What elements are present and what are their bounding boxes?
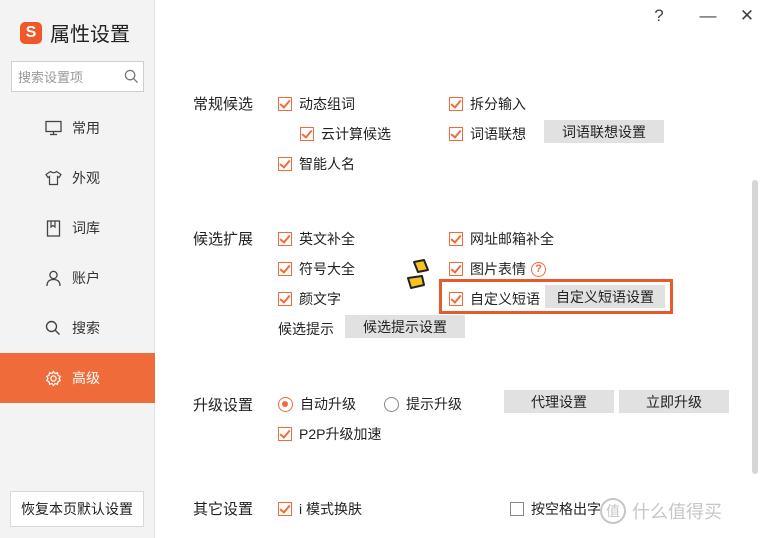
i-mode-skin-checkbox[interactable]: i 模式换肤: [278, 499, 362, 519]
candidate-tip-settings-button[interactable]: 候选提示设置: [345, 315, 465, 338]
proxy-settings-button[interactable]: 代理设置: [504, 390, 614, 413]
space-output-checkbox[interactable]: 按空格出字: [510, 499, 601, 519]
prompt-upgrade-radio[interactable]: 提示升级: [384, 394, 462, 414]
checkbox-checked-icon[interactable]: [278, 97, 292, 111]
checkbox-checked-icon[interactable]: [278, 262, 292, 276]
highlight-box: [439, 279, 673, 314]
url-email-checkbox[interactable]: 网址邮箱补全: [449, 229, 554, 249]
checkbox-label: 智能人名: [299, 156, 355, 172]
sidebar-item-account[interactable]: 账户: [0, 253, 155, 303]
sidebar-item-common[interactable]: 常用: [0, 103, 155, 153]
watermark-logo-icon: 值: [600, 498, 626, 524]
search-input[interactable]: 搜索设置项: [12, 67, 119, 86]
sidebar-item-label: 词库: [72, 220, 100, 236]
sidebar-item-label: 账户: [72, 270, 100, 286]
word-association-checkbox[interactable]: 词语联想: [449, 124, 526, 144]
p2p-upgrade-checkbox[interactable]: P2P升级加速: [278, 424, 381, 444]
close-button[interactable]: ✕: [737, 6, 757, 26]
checkbox-checked-icon[interactable]: [278, 232, 292, 246]
checkbox-label: 网址邮箱补全: [470, 231, 554, 247]
word-association-settings-button[interactable]: 词语联想设置: [544, 120, 664, 143]
watermark-text: 什么值得买: [632, 502, 722, 522]
checkbox-checked-icon[interactable]: [278, 157, 292, 171]
checkbox-label: 词语联想: [470, 126, 526, 142]
user-icon: [44, 269, 62, 287]
shirt-icon: [44, 169, 62, 187]
checkbox-checked-icon[interactable]: [278, 427, 292, 441]
emoji-checkbox[interactable]: 图片表情?: [449, 259, 546, 279]
book-icon: [44, 219, 62, 237]
split-input-checkbox[interactable]: 拆分输入: [449, 94, 526, 114]
section-title-expand: 候选扩展: [193, 231, 254, 248]
sogou-logo-icon: S: [20, 21, 42, 44]
kaomoji-checkbox[interactable]: 颜文字: [278, 289, 341, 309]
smart-name-checkbox[interactable]: 智能人名: [278, 154, 355, 174]
checkbox-checked-icon[interactable]: [449, 97, 463, 111]
sidebar-item-search[interactable]: 搜索: [0, 303, 155, 353]
radio-label: 提示升级: [406, 396, 462, 412]
sidebar-item-label: 高级: [72, 370, 100, 386]
emphasis-sparkle-icon: [407, 259, 429, 289]
radio-selected-icon[interactable]: [278, 396, 293, 412]
gear-icon: [44, 369, 62, 387]
cloud-candidate-checkbox[interactable]: 云计算候选: [300, 124, 391, 144]
search-icon: [44, 319, 62, 337]
minimize-button[interactable]: —: [698, 6, 718, 26]
checkbox-label: i 模式换肤: [299, 501, 362, 517]
checkbox-checked-icon[interactable]: [449, 232, 463, 246]
radio-unselected-icon[interactable]: [384, 396, 399, 412]
section-title-regular: 常规候选: [193, 96, 254, 113]
checkbox-checked-icon[interactable]: [278, 292, 292, 306]
sidebar-item-label: 搜索: [72, 320, 100, 336]
checkbox-label: 符号大全: [299, 261, 355, 277]
dynamic-phrase-checkbox[interactable]: 动态组词: [278, 94, 355, 114]
sidebar-item-label: 外观: [72, 170, 100, 186]
sidebar-item-label: 常用: [72, 120, 100, 136]
help-button[interactable]: ?: [649, 6, 669, 26]
help-icon[interactable]: ?: [531, 261, 546, 277]
upgrade-now-button[interactable]: 立即升级: [619, 390, 729, 413]
checkbox-label: 颜文字: [299, 291, 341, 307]
sidebar: S 属性设置 搜索设置项 常用 外观 词库 账户 搜索 高级 恢复本页默认设置: [0, 0, 155, 538]
checkbox-label: P2P升级加速: [299, 426, 382, 442]
sidebar-item-advanced[interactable]: 高级: [0, 353, 155, 403]
candidate-tip-text: 候选提示: [278, 321, 334, 337]
app-logo: S 属性设置: [20, 18, 130, 47]
candidate-tip-label: 候选提示: [278, 319, 334, 339]
checkbox-label: 图片表情: [470, 261, 526, 277]
sidebar-item-lexicon[interactable]: 词库: [0, 203, 155, 253]
symbols-checkbox[interactable]: 符号大全: [278, 259, 355, 279]
checkbox-label: 英文补全: [299, 231, 355, 247]
checkbox-label: 拆分输入: [470, 96, 526, 112]
monitor-icon: [44, 119, 62, 137]
sidebar-item-appearance[interactable]: 外观: [0, 153, 155, 203]
checkbox-label: 动态组词: [299, 96, 355, 112]
checkbox-checked-icon[interactable]: [449, 262, 463, 276]
english-completion-checkbox[interactable]: 英文补全: [278, 229, 355, 249]
checkbox-unchecked-icon[interactable]: [510, 502, 524, 516]
app-title: 属性设置: [50, 24, 130, 46]
search-box[interactable]: 搜索设置项: [11, 61, 144, 92]
checkbox-checked-icon[interactable]: [449, 127, 463, 141]
checkbox-checked-icon[interactable]: [278, 502, 292, 516]
scrollbar[interactable]: [752, 180, 758, 474]
watermark: 值 什么值得买: [600, 498, 722, 524]
auto-upgrade-radio[interactable]: 自动升级: [278, 394, 356, 414]
checkbox-label: 按空格出字: [531, 501, 601, 517]
checkbox-label: 云计算候选: [321, 126, 391, 142]
radio-label: 自动升级: [300, 396, 356, 412]
reset-defaults-button[interactable]: 恢复本页默认设置: [10, 491, 144, 527]
checkbox-checked-icon[interactable]: [300, 127, 314, 141]
section-title-other: 其它设置: [193, 501, 254, 518]
section-title-upgrade: 升级设置: [193, 397, 254, 414]
search-icon[interactable]: [119, 69, 143, 84]
